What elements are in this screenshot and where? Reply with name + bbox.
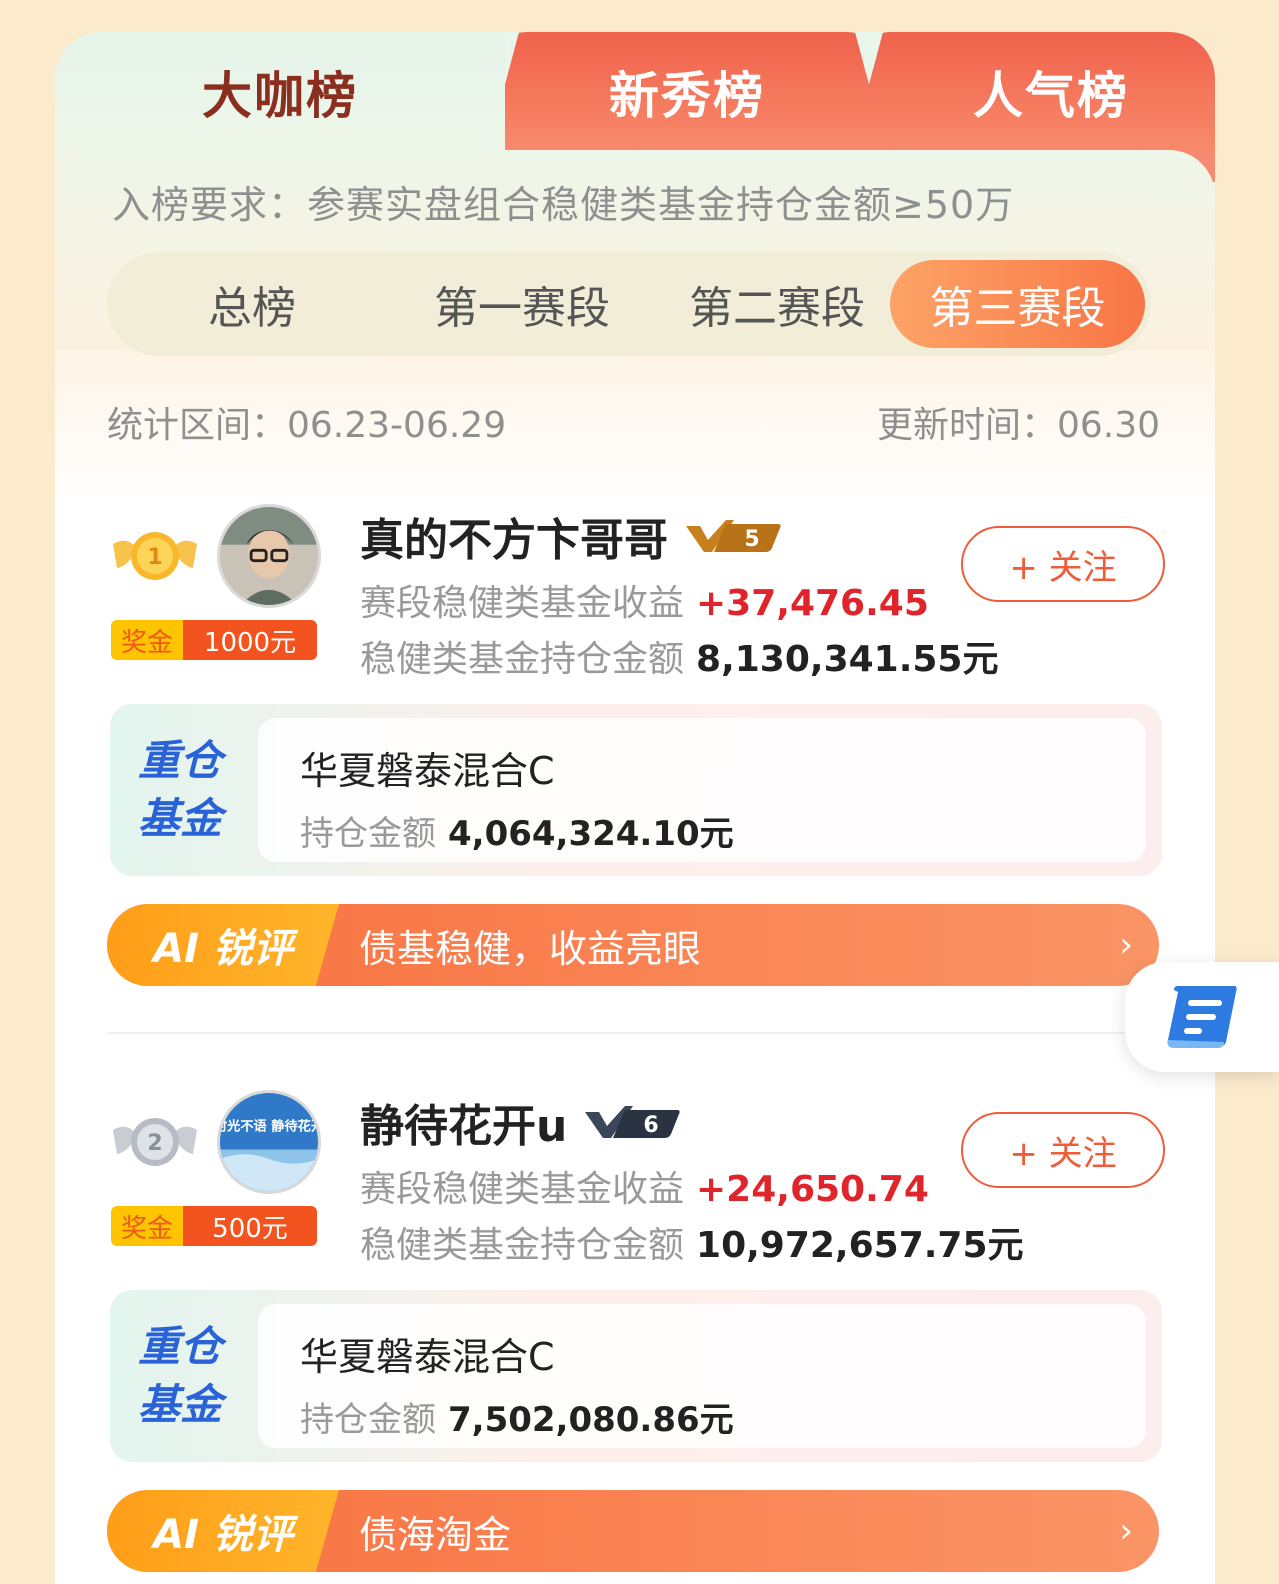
- return-label: 赛段稳健类基金收益: [360, 1169, 685, 1210]
- entry-requirement: 入榜要求：参赛实盘组合稳健类基金持仓金额≥50万: [112, 183, 1015, 227]
- tab-expert[interactable]: 大咖榜: [55, 32, 505, 152]
- return-value: +24,650.74: [696, 1169, 929, 1210]
- prize-badge: 奖金 1000元: [111, 620, 317, 660]
- divider: [107, 1032, 1159, 1034]
- top-fund-tag: 重仓基金: [138, 1322, 223, 1429]
- top-fund-card[interactable]: 重仓基金 华夏磐泰混合C 持仓金额 4,064,324.10元: [110, 704, 1162, 876]
- prize-label: 奖金: [111, 1206, 183, 1246]
- fund-amount-row: 持仓金额 7,502,080.86元: [300, 1392, 734, 1441]
- prize-badge: 奖金 500元: [111, 1206, 317, 1246]
- prize-label: 奖金: [111, 620, 183, 660]
- return-row: 赛段稳健类基金收益 +37,476.45: [360, 574, 929, 626]
- ai-review-tag: AI 锐评: [107, 1490, 339, 1572]
- level-badge-icon: 5: [686, 520, 781, 552]
- tab-popular[interactable]: 人气榜: [851, 32, 1215, 152]
- floating-notes-button[interactable]: [1125, 962, 1279, 1072]
- holding-label: 稳健类基金持仓金额: [360, 1225, 685, 1266]
- level-badge-icon: 6: [585, 1106, 680, 1138]
- holding-label: 稳健类基金持仓金额: [360, 639, 685, 680]
- fund-amount-label: 持仓金额: [300, 1400, 436, 1440]
- fund-amount-label: 持仓金额: [300, 814, 436, 854]
- return-label: 赛段稳健类基金收益: [360, 583, 685, 624]
- fund-info: 华夏磐泰混合C 持仓金额 4,064,324.10元: [258, 718, 1146, 862]
- fund-name: 华夏磐泰混合C: [300, 1335, 555, 1379]
- level-number: 5: [744, 527, 759, 552]
- holding-row: 稳健类基金持仓金额 8,130,341.55元: [360, 630, 998, 682]
- chevron-right-icon: ›: [1119, 925, 1133, 965]
- fund-amount: 4,064,324.10元: [448, 814, 734, 854]
- user-name-row: 静待花开u 6: [360, 1090, 681, 1154]
- chevron-right-icon: ›: [1119, 1511, 1133, 1551]
- holding-value: 10,972,657.75元: [696, 1225, 1024, 1266]
- tab-label: 大咖榜: [202, 67, 358, 125]
- user-name[interactable]: 真的不方卞哥哥: [360, 504, 668, 568]
- segment-tabs: 总榜 第一赛段 第二赛段 第三赛段: [107, 252, 1151, 356]
- avatar-text: 时光不语 静待花开: [220, 1118, 318, 1135]
- segment-overall[interactable]: 总榜: [147, 252, 357, 356]
- tab-label: 人气榜: [973, 67, 1129, 125]
- update-time: 更新时间：06.30: [876, 405, 1160, 446]
- segment-stage-2[interactable]: 第二赛段: [662, 252, 892, 356]
- avatar[interactable]: [217, 504, 321, 608]
- follow-button[interactable]: + 关注: [961, 526, 1165, 602]
- ai-review-text: 债基稳健，收益亮眼: [359, 926, 702, 971]
- holding-value: 8,130,341.55元: [696, 639, 999, 680]
- tab-label: 新秀榜: [609, 67, 765, 125]
- document-icon: [1167, 986, 1237, 1048]
- level-number: 6: [644, 1113, 659, 1138]
- stat-period: 统计区间：06.23-06.29: [107, 405, 507, 446]
- tab-rookie[interactable]: 新秀榜: [487, 32, 887, 152]
- leaderboard-card: 新秀榜 人气榜 大咖榜 入榜要求：参赛实盘组合稳健类基金持仓金额≥50万 总榜 …: [55, 32, 1215, 1584]
- fund-amount-row: 持仓金额 4,064,324.10元: [300, 806, 734, 855]
- return-row: 赛段稳健类基金收益 +24,650.74: [360, 1160, 929, 1212]
- ai-review-bar[interactable]: AI 锐评 债基稳健，收益亮眼 ›: [107, 904, 1159, 986]
- segment-stage-3[interactable]: 第三赛段: [890, 260, 1145, 348]
- fund-name: 华夏磐泰混合C: [300, 749, 555, 793]
- ai-review-text: 债海淘金: [359, 1512, 512, 1557]
- prize-amount: 1000元: [183, 620, 317, 660]
- silver-medal-icon: 2: [113, 1118, 197, 1166]
- user-name[interactable]: 静待花开u: [360, 1090, 567, 1154]
- top-fund-tag: 重仓基金: [138, 736, 223, 843]
- return-value: +37,476.45: [696, 583, 929, 624]
- avatar[interactable]: 时光不语 静待花开: [217, 1090, 321, 1194]
- fund-amount: 7,502,080.86元: [448, 1400, 734, 1440]
- ai-review-tag: AI 锐评: [107, 904, 339, 986]
- fund-info: 华夏磐泰混合C 持仓金额 7,502,080.86元: [258, 1304, 1146, 1448]
- medal-rank: 1: [147, 545, 162, 570]
- ai-review-bar[interactable]: AI 锐评 债海淘金 ›: [107, 1490, 1159, 1572]
- holding-row: 稳健类基金持仓金额 10,972,657.75元: [360, 1216, 1024, 1268]
- follow-button[interactable]: + 关注: [961, 1112, 1165, 1188]
- segment-stage-1[interactable]: 第一赛段: [407, 252, 637, 356]
- prize-amount: 500元: [183, 1206, 317, 1246]
- user-name-row: 真的不方卞哥哥 5: [360, 504, 782, 568]
- medal-rank: 2: [147, 1131, 162, 1156]
- gold-medal-icon: 1: [113, 532, 197, 580]
- top-fund-card[interactable]: 重仓基金 华夏磐泰混合C 持仓金额 7,502,080.86元: [110, 1290, 1162, 1462]
